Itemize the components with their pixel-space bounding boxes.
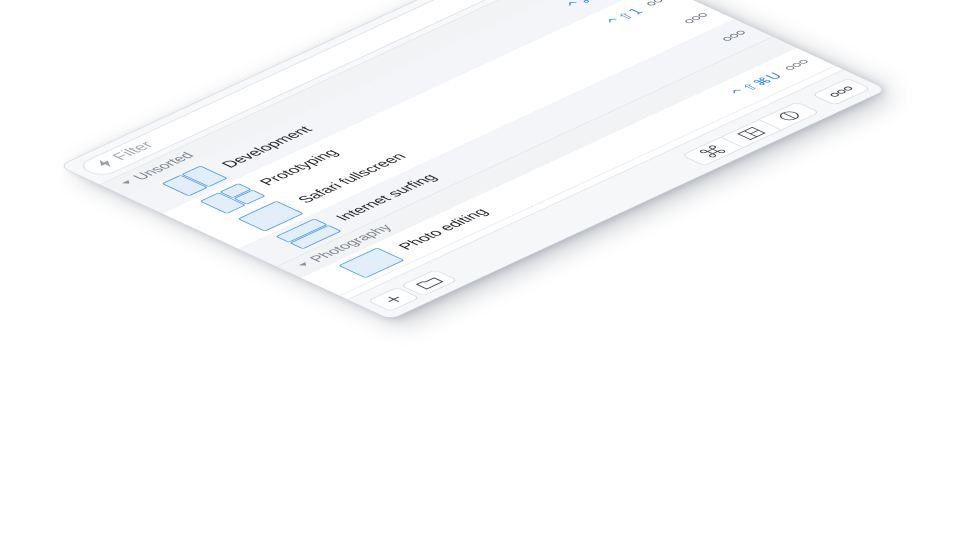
scene: Filter UnsortedDevelopment^⌘0 Prototypin…	[0, 0, 955, 551]
more-button[interactable]	[811, 77, 872, 106]
plus-icon	[388, 296, 400, 302]
more-options-icon[interactable]	[720, 29, 748, 42]
more-options-icon[interactable]	[644, 0, 672, 7]
command-icon	[699, 145, 726, 158]
more-options-icon[interactable]	[682, 12, 710, 25]
appearance-icon	[779, 111, 799, 121]
layouts-panel: Filter UnsortedDevelopment^⌘0 Prototypin…	[60, 0, 886, 320]
chevron-down-icon[interactable]	[297, 261, 312, 268]
keyboard-shortcut[interactable]: ^⇧1	[602, 6, 648, 27]
folder-icon	[415, 277, 444, 290]
more-icon	[830, 86, 853, 97]
chevron-down-icon[interactable]	[120, 179, 135, 186]
layout-grid-icon	[737, 126, 766, 141]
more-options-icon[interactable]	[783, 58, 811, 71]
